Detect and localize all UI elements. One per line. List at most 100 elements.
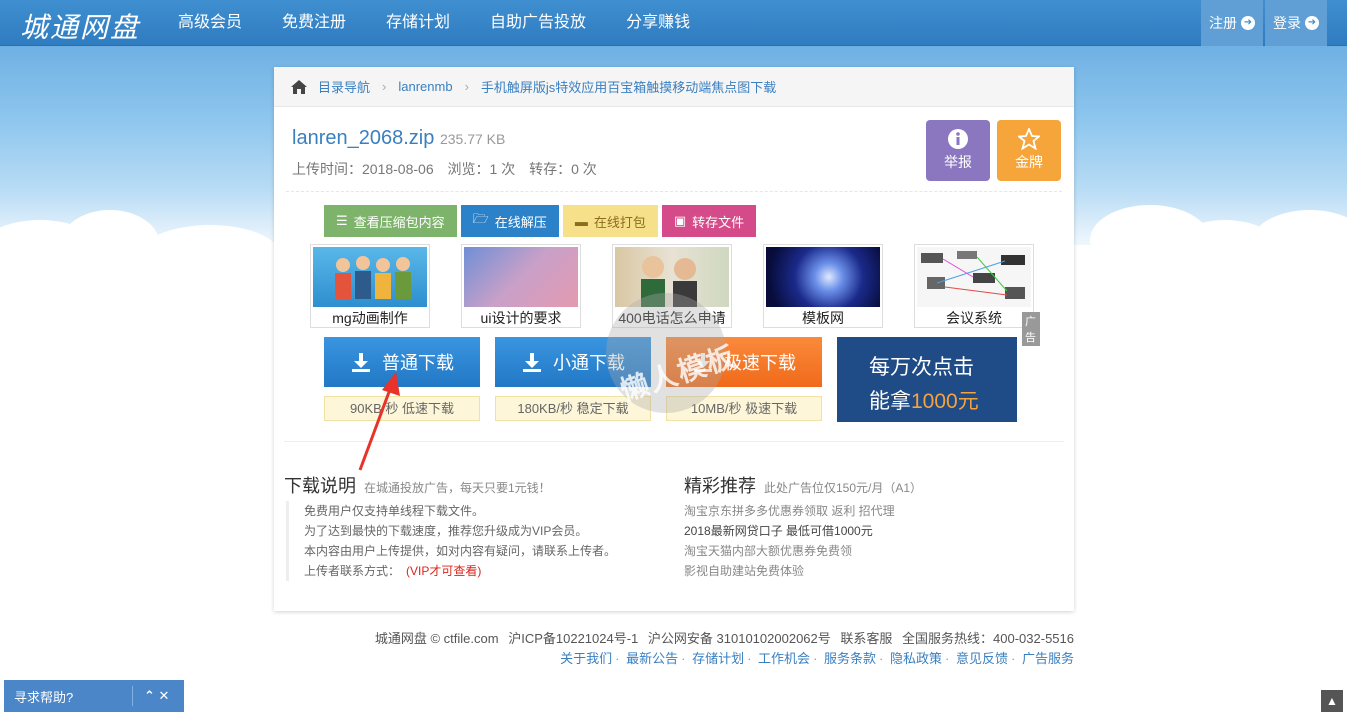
nav-item-share-earn[interactable]: 分享赚钱 xyxy=(606,0,710,46)
ad-item-template[interactable]: 模板网 xyxy=(763,244,883,328)
ad-label: 模板网 xyxy=(802,310,844,326)
online-extract-button[interactable]: 🗁 在线解压 xyxy=(460,205,559,237)
recommend-link[interactable]: 淘宝京东拼多多优惠券领取 返利 招代理 xyxy=(684,501,895,521)
download-icon xyxy=(523,353,541,372)
ad-image xyxy=(917,247,1031,307)
upload-time: 上传时间：2018-08-06 xyxy=(292,161,434,177)
instructions-subtitle: 在城通投放广告，每天只要1元钱！ xyxy=(364,481,551,495)
ad-label: 400电话怎么申请 xyxy=(618,310,726,326)
ad-strip: mg动画制作 ui设计的要求 400电话怎么申请 模板网 会议系统 广告 xyxy=(310,244,1040,346)
expand-icon[interactable]: ⌃ xyxy=(144,688,155,703)
chevron-up-icon: ▲ xyxy=(1326,694,1338,708)
view-count: 浏览：1 次 xyxy=(447,161,516,177)
footer-link-feedback[interactable]: 意见反馈 xyxy=(956,651,1008,666)
ad-label: mg动画制作 xyxy=(332,310,408,326)
ad-image xyxy=(615,247,729,307)
footer-police[interactable]: 沪公网安备 31010102002062号 xyxy=(648,631,831,646)
help-widget[interactable]: 寻求帮助? ⌃ ✕ xyxy=(4,680,184,712)
ad-item-conference[interactable]: 会议系统 xyxy=(914,244,1034,328)
dot-separator: · xyxy=(813,651,818,666)
auth-links: 注册 ➜ 登录 ➜ xyxy=(1201,0,1327,46)
save-file-label: 转存文件 xyxy=(692,214,745,230)
online-pack-button[interactable]: ▬ 在线打包 xyxy=(562,205,658,237)
footer-link-news[interactable]: 最新公告 xyxy=(626,651,678,666)
recommend-subtitle: 此处广告位仅150元/月（A1） xyxy=(764,481,923,495)
ad-item-400-phone[interactable]: 400电话怎么申请 xyxy=(612,244,732,328)
footer-link-terms[interactable]: 服务条款 xyxy=(824,651,876,666)
nav-item-register[interactable]: 免费注册 xyxy=(262,0,366,46)
breadcrumb-item-user[interactable]: lanrenmb xyxy=(398,79,452,94)
divider xyxy=(132,686,133,706)
instruction-line: 本内容由用户上传提供，如对内容有疑问，请联系上传者。 xyxy=(304,544,617,558)
nav-item-ads[interactable]: 自助广告投放 xyxy=(470,0,606,46)
footer-link-ads[interactable]: 广告服务 xyxy=(1022,651,1074,666)
file-name: lanren_2068.zip xyxy=(292,127,435,149)
footer-link-jobs[interactable]: 工作机会 xyxy=(758,651,810,666)
dot-separator: · xyxy=(879,651,884,666)
floppy-icon: ▣ xyxy=(673,213,687,228)
back-to-top-button[interactable]: ▲ xyxy=(1321,690,1343,712)
login-button[interactable]: 登录 ➜ xyxy=(1265,0,1327,46)
footer-link-about[interactable]: 关于我们 xyxy=(560,651,612,666)
register-button[interactable]: 注册 ➜ xyxy=(1201,0,1263,46)
info-icon xyxy=(948,129,968,149)
promo-prefix: 能拿 xyxy=(869,390,911,413)
dot-separator: · xyxy=(747,651,752,666)
normal-download-speed: 90KB/秒 低速下载 xyxy=(324,396,480,421)
dot-separator: · xyxy=(615,651,620,666)
instructions-title: 下载说明 在城通投放广告，每天只要1元钱！ xyxy=(284,472,551,498)
file-title: lanren_2068.zip 235.77 KB xyxy=(292,127,505,150)
register-label: 注册 xyxy=(1209,15,1237,31)
footer-link-privacy[interactable]: 隐私政策 xyxy=(890,651,942,666)
recommend-link[interactable]: 2018最新网贷口子 最低可借1000元 xyxy=(684,521,895,541)
home-icon[interactable] xyxy=(290,79,308,95)
footer-support[interactable]: 联系客服 xyxy=(840,631,892,646)
ad-label: ui设计的要求 xyxy=(480,310,562,326)
ad-item-ui-design[interactable]: ui设计的要求 xyxy=(461,244,581,328)
arrow-right-icon: ➜ xyxy=(1241,16,1255,30)
footer-hotline: 全国服务热线：400-032-5516 xyxy=(902,631,1074,646)
gold-button[interactable]: 金牌 xyxy=(997,120,1061,181)
recommend-title: 精彩推荐 此处广告位仅150元/月（A1） xyxy=(684,472,922,498)
footer-link-storage[interactable]: 存储计划 xyxy=(692,651,744,666)
turbo-download-speed: 10MB/秒 极速下载 xyxy=(666,396,822,421)
promo-line1: 每万次点击 xyxy=(869,356,974,379)
ad-label: 会议系统 xyxy=(946,310,1002,326)
instructions-list: 免费用户仅支持单线程下载文件。 为了达到最快的下载速度，推荐您升级成为VIP会员… xyxy=(286,501,646,581)
promo-amount: 1000元 xyxy=(911,390,979,413)
ad-badge: 广告 xyxy=(1022,312,1040,346)
online-pack-label: 在线打包 xyxy=(593,214,646,230)
recommend-link[interactable]: 影视自助建站免费体验 xyxy=(684,561,895,581)
footer-icp[interactable]: 沪ICP备10221024号-1 xyxy=(508,631,638,646)
contact-value[interactable]: (VIP才可查看) xyxy=(406,564,481,578)
close-icon[interactable]: ✕ xyxy=(159,688,170,703)
download-icon xyxy=(352,353,370,372)
recommend-heading: 精彩推荐 xyxy=(684,476,756,496)
chevron-right-icon: › xyxy=(464,79,469,94)
site-logo[interactable]: 城通网盘 xyxy=(20,6,140,46)
list-icon: ☰ xyxy=(336,213,348,228)
footer-copyright: 城通网盘 © ctfile.com xyxy=(374,631,499,646)
report-button[interactable]: 举报 xyxy=(926,120,990,181)
footer-links: 关于我们 · 最新公告 · 存储计划 · 工作机会 · 服务条款 · 隐私政策 · 意见反馈… xyxy=(560,648,1074,667)
view-archive-label: 查看压缩包内容 xyxy=(353,214,445,230)
breadcrumb-item-root[interactable]: 目录导航 xyxy=(318,77,370,96)
main-nav: 高级会员 免费注册 存储计划 自助广告投放 分享赚钱 xyxy=(158,0,710,46)
online-extract-label: 在线解压 xyxy=(494,214,547,230)
nav-item-storage-plan[interactable]: 存储计划 xyxy=(366,0,470,46)
uploader-contact: 上传者联系方式： (VIP才可查看) xyxy=(304,561,646,581)
instruction-line: 免费用户仅支持单线程下载文件。 xyxy=(304,504,485,518)
save-file-button[interactable]: ▣ 转存文件 xyxy=(661,205,757,237)
normal-download-button[interactable]: 普通下载 xyxy=(324,337,480,387)
view-archive-button[interactable]: ☰ 查看压缩包内容 xyxy=(324,205,457,237)
breadcrumb-item-file[interactable]: 手机触屏版js特效应用百宝箱触摸移动端焦点图下载 xyxy=(481,77,776,96)
star-icon xyxy=(1018,128,1040,150)
divider xyxy=(284,441,1064,442)
save-count: 转存：0 次 xyxy=(529,161,597,177)
ad-item-animation[interactable]: mg动画制作 xyxy=(310,244,430,328)
nav-item-vip[interactable]: 高级会员 xyxy=(158,0,262,46)
report-label: 举报 xyxy=(944,154,972,170)
ad-image xyxy=(766,247,880,307)
recommend-link[interactable]: 淘宝天猫内部大额优惠券免费领 xyxy=(684,541,895,561)
promo-banner[interactable]: 每万次点击 能拿1000元 xyxy=(837,337,1017,422)
